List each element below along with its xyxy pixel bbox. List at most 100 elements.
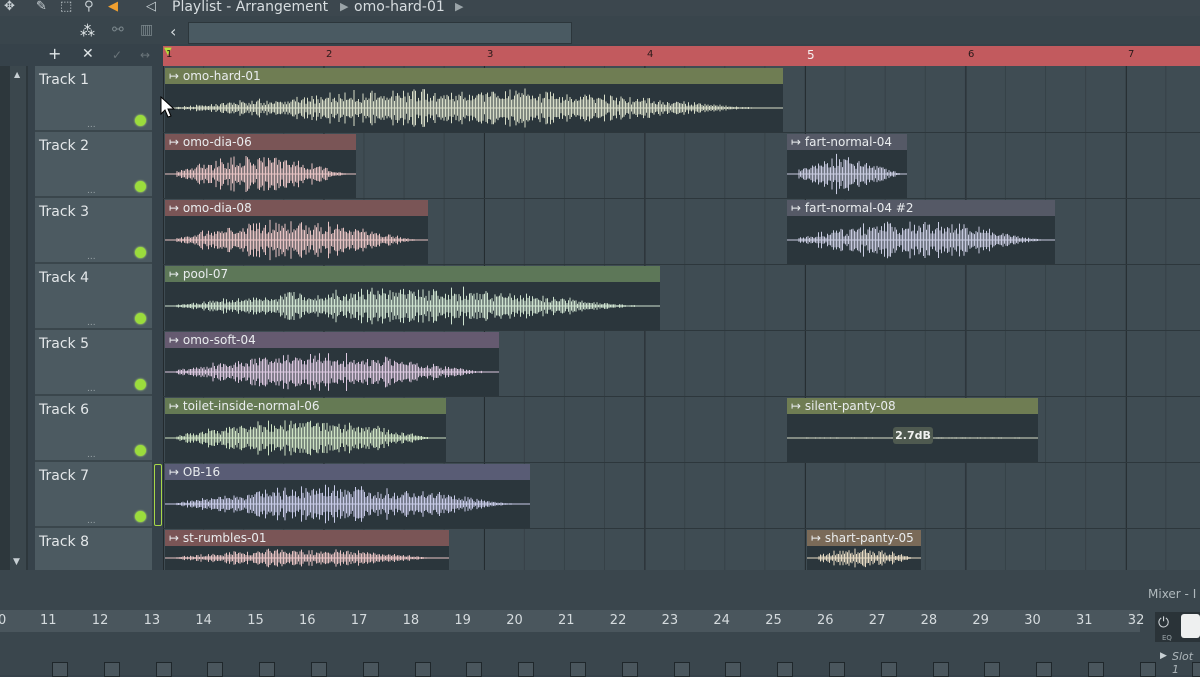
clip-label[interactable]: ↦ omo-dia-08: [165, 200, 428, 216]
ruler-number: 20: [506, 613, 523, 628]
scroll-down-icon[interactable]: ▼: [13, 557, 20, 567]
mouse-cursor-icon: [160, 96, 176, 118]
bar-number: 6: [968, 49, 975, 60]
bar-number: 7: [1128, 49, 1135, 60]
audio-clip[interactable]: ↦ st-rumbles-01: [165, 530, 449, 570]
expand-icon[interactable]: ▶: [1160, 651, 1167, 661]
track-selection-marker[interactable]: [154, 464, 162, 526]
track-enable-led[interactable]: [135, 181, 146, 192]
ruler-number: 23: [661, 613, 679, 628]
breadcrumb-separator: ▶: [455, 0, 464, 13]
track-header[interactable]: Track 5...: [35, 330, 152, 396]
track-header[interactable]: Track 3...: [35, 198, 152, 264]
playlist-icon[interactable]: ◁: [146, 0, 156, 14]
audio-clip[interactable]: ↦ pool-07: [165, 266, 660, 330]
audio-clip[interactable]: ↦ omo-dia-08: [165, 200, 428, 264]
ruler-number: 32: [1127, 613, 1145, 628]
track-enable-led[interactable]: [135, 511, 146, 522]
track-enable-led[interactable]: [135, 247, 146, 258]
audio-clip[interactable]: ↦ toilet-inside-normal-06: [165, 398, 446, 462]
volume-badge: 2.7dB: [893, 427, 933, 444]
ruler-number: 12: [91, 613, 109, 628]
bar-number: 2: [326, 49, 333, 60]
track-enable-led[interactable]: [135, 445, 146, 456]
ruler-number: 25: [765, 613, 782, 628]
track-name: Track 7: [39, 468, 89, 484]
clip-label[interactable]: ↦ fart-normal-04: [787, 134, 907, 150]
track-header[interactable]: Track 8: [35, 528, 152, 572]
audio-clip[interactable]: ↦ omo-soft-04: [165, 332, 499, 396]
timeline-ruler[interactable]: [163, 46, 1200, 66]
audio-clip[interactable]: ↦ omo-hard-01: [165, 68, 783, 132]
select-icon[interactable]: ⬚: [60, 0, 72, 14]
breadcrumb-title[interactable]: Playlist - Arrangement: [172, 0, 328, 16]
scroll-up-icon[interactable]: ▲: [14, 70, 20, 79]
track-enable-led[interactable]: [135, 313, 146, 324]
ruler-number: 21: [558, 613, 575, 628]
vertical-scrollbar[interactable]: [10, 66, 26, 570]
ruler-number: 27: [868, 613, 886, 628]
track-enable-led[interactable]: [135, 115, 146, 126]
ruler-number: 29: [972, 613, 989, 628]
clip-label[interactable]: ↦ fart-normal-04 #2: [787, 200, 1055, 216]
waveform-icon[interactable]: ⁂: [80, 22, 95, 40]
ruler-number: 11: [40, 613, 57, 628]
slot-selector[interactable]: [1181, 614, 1200, 638]
audio-clip[interactable]: ↦ omo-dia-06: [165, 134, 356, 198]
waveform: [165, 88, 783, 128]
track-name: Track 2: [39, 138, 89, 154]
clip-label[interactable]: ↦ OB-16: [165, 464, 530, 480]
waveform: [165, 420, 446, 456]
piano-icon[interactable]: ▥: [140, 22, 153, 38]
move-icon[interactable]: ✥: [4, 0, 15, 14]
audio-clip[interactable]: ↦ shart-panty-05: [807, 530, 921, 570]
ruler-number: 13: [143, 613, 161, 628]
ruler-number: 30: [1024, 613, 1041, 628]
track-enable-led[interactable]: [135, 379, 146, 390]
audio-clip[interactable]: ↦ OB-16: [165, 464, 530, 528]
pencil-icon[interactable]: ✎: [36, 0, 47, 14]
ruler-number: 31: [1076, 613, 1093, 628]
check-icon[interactable]: ✓: [112, 48, 122, 62]
clip-label[interactable]: ↦ omo-soft-04: [165, 332, 499, 348]
track-header[interactable]: Track 4...: [35, 264, 152, 330]
waveform: [165, 156, 356, 192]
track-header[interactable]: Track 6...: [35, 396, 152, 462]
eq-label: EQ: [1162, 634, 1172, 642]
waveform: [165, 353, 499, 391]
ruler-number: 17: [350, 613, 368, 628]
bar-number: 4: [647, 49, 654, 60]
add-track-button[interactable]: +: [48, 44, 61, 63]
audio-clip[interactable]: ↦ fart-normal-04 #2: [787, 200, 1055, 264]
clip-label[interactable]: ↦ st-rumbles-01: [165, 530, 449, 546]
zoom-icon[interactable]: ⚲: [84, 0, 94, 14]
playlist-toolbar: [0, 16, 1200, 44]
clip-label[interactable]: ↦ omo-hard-01: [165, 68, 783, 84]
scroll-left-button[interactable]: ‹: [170, 22, 176, 41]
ruler-number: 15: [247, 613, 264, 628]
track-header[interactable]: Track 7...: [35, 462, 152, 528]
speaker-icon[interactable]: ◀: [108, 0, 118, 14]
delete-button[interactable]: ✕: [82, 46, 94, 62]
clip-label[interactable]: ↦ shart-panty-05: [807, 530, 921, 546]
audio-clip[interactable]: ↦ fart-normal-04: [787, 134, 907, 198]
breadcrumb-pattern[interactable]: omo-hard-01: [354, 0, 445, 16]
link-icon[interactable]: ⚯: [112, 22, 124, 38]
ruler-number: 0: [0, 613, 7, 628]
stretch-icon[interactable]: ↔: [140, 48, 150, 62]
mixer-title[interactable]: Mixer - I: [1148, 587, 1196, 601]
track-name: Track 8: [39, 534, 89, 550]
clip-label[interactable]: ↦ silent-panty-08: [787, 398, 1038, 414]
track-header[interactable]: Track 1...: [35, 66, 152, 132]
clip-label[interactable]: ↦ omo-dia-06: [165, 134, 356, 150]
clip-label[interactable]: ↦ toilet-inside-normal-06: [165, 398, 446, 414]
waveform: [165, 548, 449, 568]
ruler-number: 26: [817, 613, 834, 628]
plug-icon[interactable]: ⏻: [1158, 615, 1169, 631]
ruler-number: 19: [454, 613, 471, 628]
waveform: [165, 286, 660, 326]
playlist-overview[interactable]: [188, 22, 572, 44]
ruler-number: 14: [195, 613, 212, 628]
track-header[interactable]: Track 2...: [35, 132, 152, 198]
clip-label[interactable]: ↦ pool-07: [165, 266, 660, 282]
